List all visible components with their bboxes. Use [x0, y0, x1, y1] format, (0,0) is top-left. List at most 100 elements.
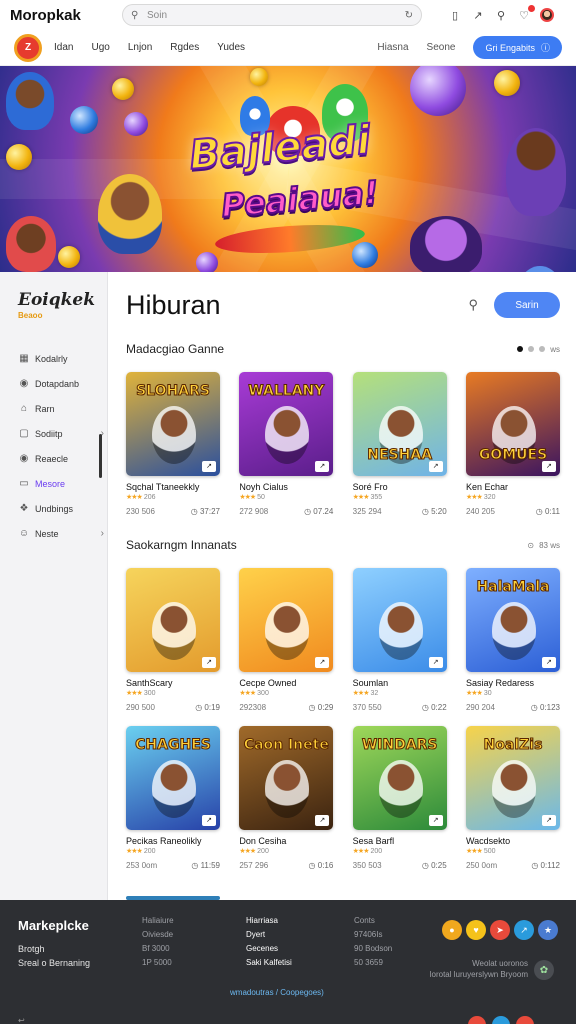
game-title[interactable]: SanthScary: [126, 678, 220, 688]
brand-logo[interactable]: Z: [14, 33, 42, 62]
footer-link[interactable]: Saki Kalfetisi: [246, 956, 292, 970]
bookmark-icon[interactable]: ▯: [448, 8, 462, 22]
footer-link[interactable]: Hiarriasa: [246, 914, 292, 928]
expand-icon[interactable]: ↗: [202, 657, 216, 668]
game-thumbnail[interactable]: ↗: [239, 568, 334, 672]
expand-icon[interactable]: ↗: [202, 815, 216, 826]
sidebar-scrollbar[interactable]: [99, 434, 102, 478]
game-card[interactable]: CHAGHES ↗ Pecikas Raneolikly ★★★ 200 253 0om ◷…: [126, 726, 220, 870]
refresh-icon[interactable]: ↻: [405, 10, 413, 21]
footer-link[interactable]: 50 3659: [354, 956, 392, 970]
sidebar-item[interactable]: ▦ Kodalrly: [18, 346, 104, 371]
expand-icon[interactable]: ↗: [428, 815, 443, 826]
game-title[interactable]: Ken Echar: [466, 482, 560, 492]
game-card[interactable]: GOMUES ↗ Ken Echar ★★★ 320 240 205 ◷ 0:11: [465, 372, 560, 516]
section-controls[interactable]: ⊙ 83 ws: [527, 541, 560, 550]
sidebar-logo[interactable]: Eoiqkek: [18, 290, 107, 310]
game-thumbnail[interactable]: NoalZis ↗: [465, 726, 560, 830]
pager-dot[interactable]: [539, 346, 546, 352]
footer-link[interactable]: Conts: [354, 914, 392, 928]
footer-link[interactable]: 1P 5000: [142, 956, 174, 970]
game-thumbnail[interactable]: Caon Inete ↗: [239, 726, 334, 830]
footer-link[interactable]: Oiviesde: [142, 928, 174, 942]
nav-link-3[interactable]: Rgdes: [170, 42, 199, 53]
social-icon[interactable]: [492, 1016, 510, 1024]
sidebar-item[interactable]: ▭ Mesore: [18, 471, 104, 496]
sidebar-item[interactable]: ❖ Undbings: [18, 496, 104, 521]
expand-icon[interactable]: ↗: [202, 461, 216, 472]
share-icon[interactable]: ↗: [514, 920, 534, 940]
nav-link-seone[interactable]: Seone: [427, 42, 456, 53]
back-icon[interactable]: ↩: [18, 1016, 25, 1024]
heart-icon[interactable]: ♥: [466, 920, 486, 940]
game-card[interactable]: WALLANY ↗ Noyh Cialus ★★★ 50 272 908 ◷ 07.24: [239, 372, 334, 516]
sidebar-item[interactable]: ⌂ Rarn: [18, 396, 104, 421]
game-thumbnail[interactable]: GOMUES ↗: [465, 372, 560, 476]
game-title[interactable]: Cecpe Owned: [239, 678, 333, 688]
social-icon[interactable]: [468, 1016, 486, 1024]
section-controls[interactable]: ws: [517, 345, 560, 354]
view-icon[interactable]: ⊙: [527, 541, 534, 550]
hero-banner[interactable]: Bajleadi Peaiaua!: [0, 66, 576, 272]
footer-link[interactable]: 97406Is: [354, 928, 392, 942]
game-card[interactable]: Caon Inete ↗ Don Cesiha ★★★ 200 257 296 ◷ 0:16: [239, 726, 334, 870]
star-icon[interactable]: ★: [538, 920, 558, 940]
sidebar-item[interactable]: ◉ Reaecle: [18, 446, 104, 471]
nav-link-4[interactable]: Yudes: [217, 42, 245, 53]
search-button[interactable]: Sarin: [494, 292, 560, 318]
game-thumbnail[interactable]: NESHAA ↗: [352, 372, 447, 476]
game-thumbnail[interactable]: CHAGHES ↗: [126, 726, 220, 830]
game-thumbnail[interactable]: HalaMala ↗: [465, 568, 560, 672]
nav-link-1[interactable]: Ugo: [91, 42, 109, 53]
footer-link[interactable]: Gecenes: [246, 942, 292, 956]
game-title[interactable]: Soré Fro: [353, 482, 447, 492]
nav-link-hiasna[interactable]: Hiasna: [377, 42, 408, 53]
game-card[interactable]: ↗ Soumlan ★★★ 32 370 550 ◷ 0:22: [352, 568, 447, 712]
search-icon[interactable]: ⚲: [494, 8, 508, 22]
expand-icon[interactable]: ↗: [541, 461, 556, 472]
sidebar-item[interactable]: ▢ Sodiitp ›: [18, 421, 104, 446]
pager-dot[interactable]: [528, 346, 535, 352]
bell-icon[interactable]: ♡: [517, 5, 535, 22]
search-icon[interactable]: ⚲: [468, 297, 478, 313]
game-card[interactable]: NoalZis ↗ Wacdsekto ★★★ 500 250 0om ◷ 0:112: [465, 726, 560, 870]
pager-dot[interactable]: [517, 346, 524, 352]
game-title[interactable]: Soumlan: [353, 678, 447, 688]
expand-icon[interactable]: ↗: [428, 657, 443, 668]
sidebar-item[interactable]: ◉ Dotapdanb: [18, 371, 104, 396]
footer-link[interactable]: Dyert: [246, 928, 292, 942]
game-card[interactable]: ↗ Cecpe Owned ★★★ 300 292308 ◷ 0:29: [239, 568, 334, 712]
chat-icon[interactable]: ●: [442, 920, 462, 940]
footer-link[interactable]: Haliaiure: [142, 914, 174, 928]
game-title[interactable]: Pecikas Raneolikly: [126, 836, 220, 846]
cta-button[interactable]: Gri Engabits ⓘ: [473, 36, 562, 59]
expand-icon[interactable]: ↗: [428, 461, 443, 472]
avatar[interactable]: [540, 8, 554, 22]
sidebar-item[interactable]: ☺ Neste ›: [18, 521, 104, 546]
search-input[interactable]: ⚲ Soin ↻: [122, 4, 422, 26]
game-title[interactable]: Sasiay Redaress: [466, 678, 560, 688]
game-title[interactable]: Wacdsekto: [466, 836, 560, 846]
game-thumbnail[interactable]: SLOHARS ↗: [126, 372, 220, 476]
share-icon[interactable]: ↗: [471, 8, 485, 22]
expand-icon[interactable]: ↗: [541, 815, 556, 826]
expand-icon[interactable]: ↗: [315, 815, 330, 826]
game-thumbnail[interactable]: ↗: [352, 568, 447, 672]
game-card[interactable]: SLOHARS ↗ Sqchal Ttaneekkly ★★★ 206 230 506 ◷ …: [126, 372, 220, 516]
leaf-icon[interactable]: ✿: [534, 960, 554, 980]
game-card[interactable]: ↗ SanthScary ★★★ 300 290 500 ◷ 0:19: [126, 568, 220, 712]
nav-link-0[interactable]: Idan: [54, 42, 73, 53]
footer-link[interactable]: 90 Bodson: [354, 942, 392, 956]
game-card[interactable]: WINDARS ↗ Sesa Barfl ★★★ 200 350 503 ◷ 0:25: [352, 726, 447, 870]
game-title[interactable]: Sesa Barfl: [353, 836, 447, 846]
expand-icon[interactable]: ↗: [541, 657, 556, 668]
nav-link-2[interactable]: Lnjon: [128, 42, 152, 53]
social-icon[interactable]: [516, 1016, 534, 1024]
game-thumbnail[interactable]: WALLANY ↗: [239, 372, 334, 476]
game-title[interactable]: Sqchal Ttaneekkly: [126, 482, 220, 492]
footer-link[interactable]: wmadoutras / Coopegoes): [230, 988, 324, 997]
expand-icon[interactable]: ↗: [315, 461, 330, 472]
expand-icon[interactable]: ↗: [315, 657, 330, 668]
game-thumbnail[interactable]: ↗: [126, 568, 220, 672]
game-card[interactable]: NESHAA ↗ Soré Fro ★★★ 355 325 294 ◷ 5:20: [352, 372, 447, 516]
